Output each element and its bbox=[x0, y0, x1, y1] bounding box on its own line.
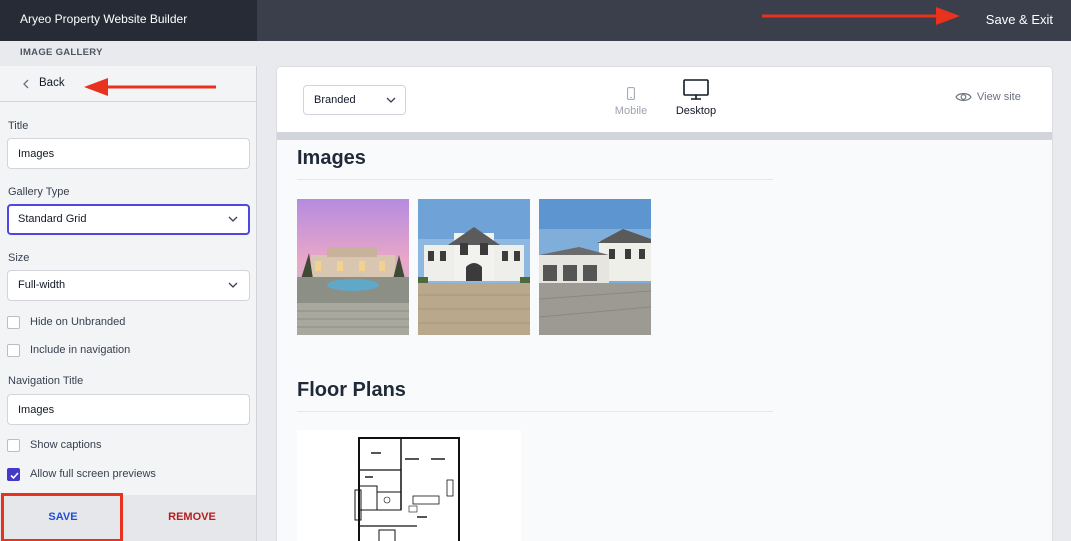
include-navigation-label: Include in navigation bbox=[30, 344, 131, 356]
title-label: Title bbox=[8, 120, 29, 132]
branding-select[interactable]: Branded bbox=[303, 85, 406, 115]
section-label: IMAGE GALLERY bbox=[20, 47, 103, 58]
chevron-down-icon bbox=[228, 216, 238, 222]
device-desktop-label: Desktop bbox=[675, 105, 717, 117]
view-site-label: View site bbox=[977, 91, 1021, 103]
checkbox-box-checked[interactable] bbox=[7, 468, 20, 481]
title-input[interactable] bbox=[7, 138, 250, 169]
save-button[interactable]: SAVE bbox=[6, 496, 120, 538]
full-screen-previews-label: Allow full screen previews bbox=[30, 468, 156, 480]
floor-plan-image[interactable] bbox=[297, 430, 521, 541]
size-select[interactable]: Full-width bbox=[7, 270, 250, 301]
size-label: Size bbox=[8, 252, 30, 264]
gallery-type-label: Gallery Type bbox=[8, 186, 70, 198]
editor-sidebar: Back Title Gallery Type Standard Grid Si… bbox=[0, 66, 257, 541]
top-bar: Aryeo Property Website Builder Save & Ex… bbox=[0, 0, 1071, 41]
checkbox-box[interactable] bbox=[7, 316, 20, 329]
gallery-type-select[interactable]: Standard Grid bbox=[7, 204, 250, 235]
gallery-thumbnail-3[interactable] bbox=[539, 199, 651, 335]
preview-canvas: Images Floor Plans bbox=[277, 140, 1052, 541]
checkbox-box[interactable] bbox=[7, 344, 20, 357]
garage-driveway-photo bbox=[539, 199, 651, 335]
site-preview-panel: Branded Mobile Desktop View site Images … bbox=[276, 66, 1053, 541]
branding-value: Branded bbox=[314, 94, 356, 106]
eye-icon bbox=[955, 93, 972, 101]
preview-divider bbox=[277, 132, 1052, 140]
desktop-monitor-icon bbox=[683, 79, 709, 100]
back-label: Back bbox=[39, 77, 65, 89]
show-captions-label: Show captions bbox=[30, 439, 102, 451]
navigation-title-label: Navigation Title bbox=[8, 375, 84, 387]
hide-unbranded-label: Hide on Unbranded bbox=[30, 316, 126, 328]
chevron-left-icon bbox=[23, 79, 29, 89]
back-button[interactable]: Back bbox=[0, 66, 256, 102]
chevron-down-icon bbox=[228, 282, 238, 288]
size-value: Full-width bbox=[18, 279, 66, 291]
gallery-type-value: Standard Grid bbox=[18, 213, 87, 225]
remove-button[interactable]: REMOVE bbox=[128, 496, 256, 538]
mobile-phone-icon bbox=[627, 87, 635, 100]
device-mobile-label: Mobile bbox=[614, 105, 648, 117]
preview-toolbar: Branded Mobile Desktop View site bbox=[277, 67, 1052, 132]
checkmark-icon bbox=[10, 472, 19, 480]
floor-plan-drawing bbox=[354, 437, 460, 541]
top-bar-brand-area: Aryeo Property Website Builder bbox=[0, 0, 257, 41]
save-exit-button[interactable]: Save & Exit bbox=[986, 12, 1053, 27]
gallery-thumbnail-2[interactable] bbox=[418, 199, 530, 335]
images-heading: Images bbox=[297, 147, 366, 169]
gallery-thumbnail-1[interactable] bbox=[297, 199, 409, 335]
heading-rule bbox=[297, 411, 773, 412]
navigation-title-input[interactable] bbox=[7, 394, 250, 425]
app-title: Aryeo Property Website Builder bbox=[20, 12, 188, 26]
chevron-down-icon bbox=[386, 97, 396, 103]
heading-rule bbox=[297, 179, 773, 180]
floor-plans-heading: Floor Plans bbox=[297, 379, 406, 401]
front-facade-photo bbox=[418, 199, 530, 335]
pool-terrace-photo bbox=[297, 199, 409, 335]
checkbox-box[interactable] bbox=[7, 439, 20, 452]
